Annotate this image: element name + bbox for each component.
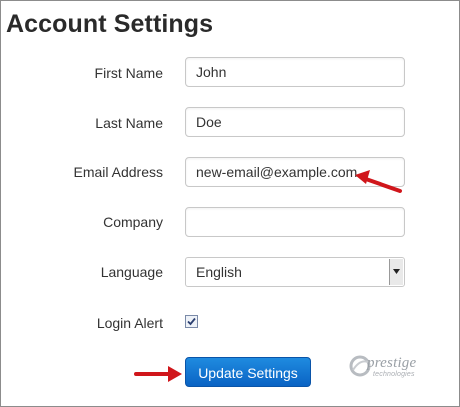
email-label: Email Address <box>73 164 163 180</box>
logo-word: prestige <box>367 355 417 371</box>
company-input[interactable] <box>185 207 405 237</box>
first-name-label: First Name <box>94 65 163 81</box>
language-select[interactable]: English <box>185 257 405 287</box>
page-title: Account Settings <box>6 10 214 38</box>
company-label: Company <box>103 214 163 230</box>
first-name-input[interactable] <box>185 57 405 87</box>
language-selected-value: English <box>196 264 242 280</box>
settings-panel: Account Settings First Name Last Name Em… <box>0 0 460 407</box>
last-name-input[interactable] <box>185 107 405 137</box>
login-alert-label: Login Alert <box>96 315 163 331</box>
language-label: Language <box>100 264 163 280</box>
logo-sub: technologies <box>373 371 415 378</box>
dropdown-arrow-icon[interactable] <box>389 259 403 285</box>
last-name-label: Last Name <box>95 115 163 131</box>
prestige-logo: prestige technologies <box>349 355 429 385</box>
red-arrow-icon <box>355 170 402 193</box>
red-arrow-icon <box>134 366 182 382</box>
login-alert-checkbox[interactable] <box>185 315 198 328</box>
update-settings-button[interactable]: Update Settings <box>185 357 311 387</box>
